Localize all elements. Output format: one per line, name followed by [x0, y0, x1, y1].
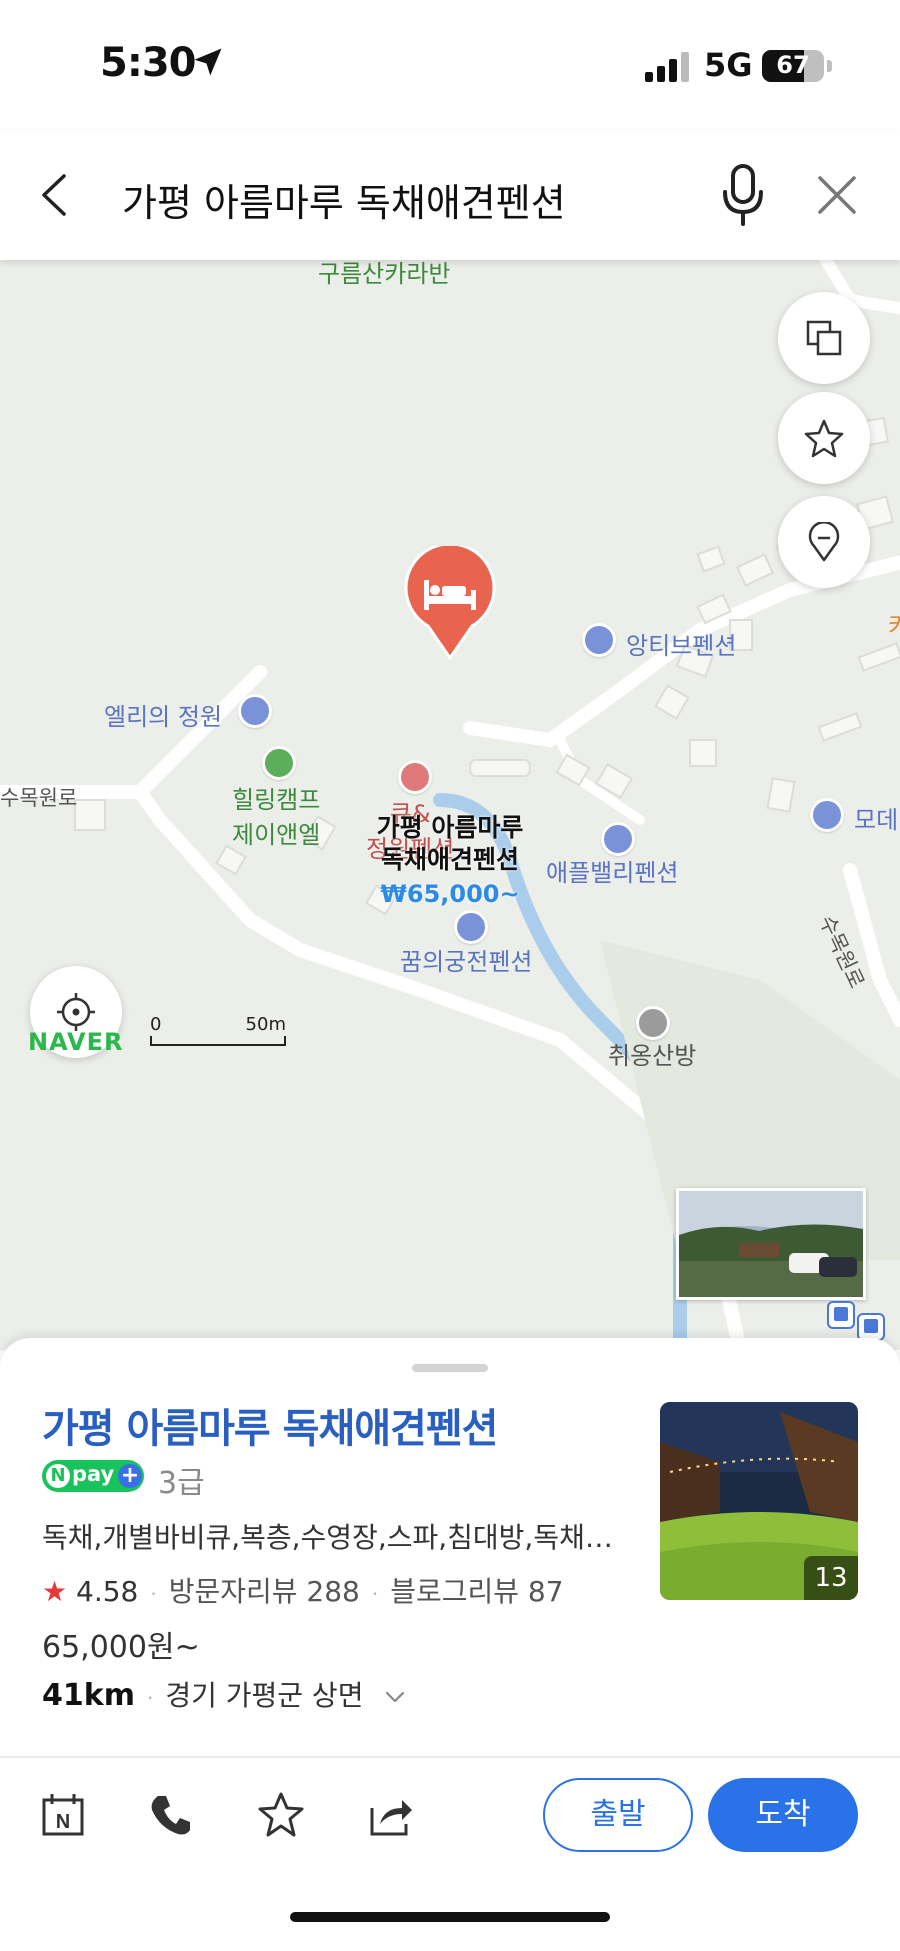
address: 경기 가평군 상면 — [165, 1679, 364, 1712]
camping-poi-icon[interactable] — [262, 746, 296, 780]
share-icon[interactable] — [366, 1790, 416, 1840]
search-header: 가평 아름마루 독채애견펜션 — [0, 130, 900, 260]
map-pin-icon — [808, 522, 840, 562]
poi-label[interactable]: 힐링캠프 제이앤엘 — [232, 780, 320, 850]
distance: 41km — [42, 1678, 135, 1713]
status-time: 5:30 — [100, 40, 196, 86]
status-bar: 5:30 5G 67 — [0, 0, 900, 130]
arrive-button[interactable]: 도착 — [708, 1778, 858, 1852]
pension-poi-icon[interactable] — [582, 623, 616, 657]
selected-place-price: ₩65,000~ — [380, 880, 520, 908]
blog-reviews-link[interactable]: 블로그리뷰 87 — [390, 1575, 563, 1608]
microphone-icon[interactable] — [718, 162, 768, 228]
sheet-drag-handle[interactable] — [412, 1364, 488, 1372]
svg-text:N: N — [56, 1811, 70, 1833]
booking-calendar-icon[interactable]: N — [38, 1790, 88, 1840]
pension-poi-icon[interactable] — [454, 910, 488, 944]
crosshair-icon — [57, 993, 95, 1031]
hospital-poi-icon[interactable] — [398, 760, 432, 794]
battery-icon: 67 — [762, 50, 832, 82]
naver-logo: NAVER — [28, 1028, 124, 1056]
selected-place-label[interactable]: 가평 아름마루 독채애견펜션 — [340, 812, 560, 876]
npay-badge: N pay + — [42, 1460, 144, 1492]
poi-label: 구름산카라반 — [318, 260, 451, 288]
pension-poi-icon[interactable] — [601, 822, 635, 856]
lodging-pin-icon[interactable] — [402, 546, 498, 662]
photo-image — [679, 1191, 863, 1297]
price-text: 65,000원~ — [42, 1630, 200, 1665]
distance-address-row[interactable]: 41km · 경기 가평군 상면 — [42, 1674, 406, 1714]
map-view[interactable]: 구름산카라반 앙티브펜션 엘리의 정원 힐링캠프 제이앤엘 큐& 정원펜션 애플… — [0, 260, 900, 1350]
chevron-down-icon[interactable] — [384, 1686, 406, 1708]
save-star-icon[interactable] — [256, 1790, 306, 1840]
divider — [0, 1756, 900, 1758]
visitor-reviews-link[interactable]: 방문자리뷰 288 — [169, 1575, 360, 1608]
poi-label[interactable]: 애플밸리펜션 — [546, 853, 678, 888]
favorites-button[interactable] — [778, 392, 870, 484]
poi-label[interactable]: 엘리의 정원 — [104, 697, 222, 732]
home-indicator[interactable] — [290, 1912, 610, 1922]
location-arrow-icon — [194, 48, 222, 76]
map-scale: 0 50m — [150, 1014, 286, 1046]
photo-count: 13 — [804, 1556, 858, 1600]
my-places-button[interactable] — [778, 496, 870, 588]
place-photo[interactable]: 13 — [660, 1402, 858, 1600]
map-layer-button[interactable] — [778, 292, 870, 384]
place-poi-icon[interactable] — [636, 1006, 670, 1040]
network-type: 5G — [704, 46, 753, 84]
road-label: 수목원로 — [0, 786, 78, 810]
poi-label[interactable]: 꿈의궁전펜션 — [400, 942, 532, 977]
amenities-text: 독채,개별바비큐,복층,수영장,스파,침대방,독채애견펜션 — [42, 1521, 637, 1554]
npay-n-icon: N — [46, 1464, 70, 1488]
plus-icon: + — [118, 1464, 142, 1488]
layers-icon — [806, 320, 842, 356]
rating-score: 4.58 — [76, 1575, 139, 1608]
poi-label[interactable]: 모데 — [854, 800, 898, 835]
pension-poi-icon[interactable] — [810, 798, 844, 832]
close-icon[interactable] — [812, 170, 862, 220]
rating-star-icon: ★ — [42, 1575, 68, 1608]
place-info-sheet[interactable]: 가평 아름마루 독채애견펜션 N pay + 3급 독채,개별바비큐,복층,수영… — [0, 1338, 900, 1951]
search-query[interactable]: 가평 아름마루 독채애견펜션 — [122, 172, 566, 227]
poi-label: 카 — [888, 612, 900, 640]
place-title[interactable]: 가평 아름마루 독채애견펜션 — [42, 1396, 498, 1454]
star-icon — [804, 419, 844, 458]
depart-button[interactable]: 출발 — [543, 1778, 693, 1852]
back-arrow-icon[interactable] — [30, 170, 80, 220]
grade-label: 3급 — [158, 1466, 205, 1501]
rating-row: ★ 4.58 · 방문자리뷰 288 · 블로그리뷰 87 — [42, 1575, 564, 1608]
battery-level: 67 — [776, 51, 810, 79]
pension-poi-icon[interactable] — [238, 694, 272, 728]
place-photo-thumbnail[interactable] — [676, 1188, 866, 1300]
poi-label[interactable]: 앙티브펜션 — [626, 626, 736, 661]
poi-label[interactable]: 취옹산방 — [608, 1036, 696, 1071]
signal-icon — [645, 52, 689, 82]
bus-stop-icon[interactable] — [826, 1300, 856, 1330]
phone-icon[interactable] — [146, 1790, 196, 1840]
